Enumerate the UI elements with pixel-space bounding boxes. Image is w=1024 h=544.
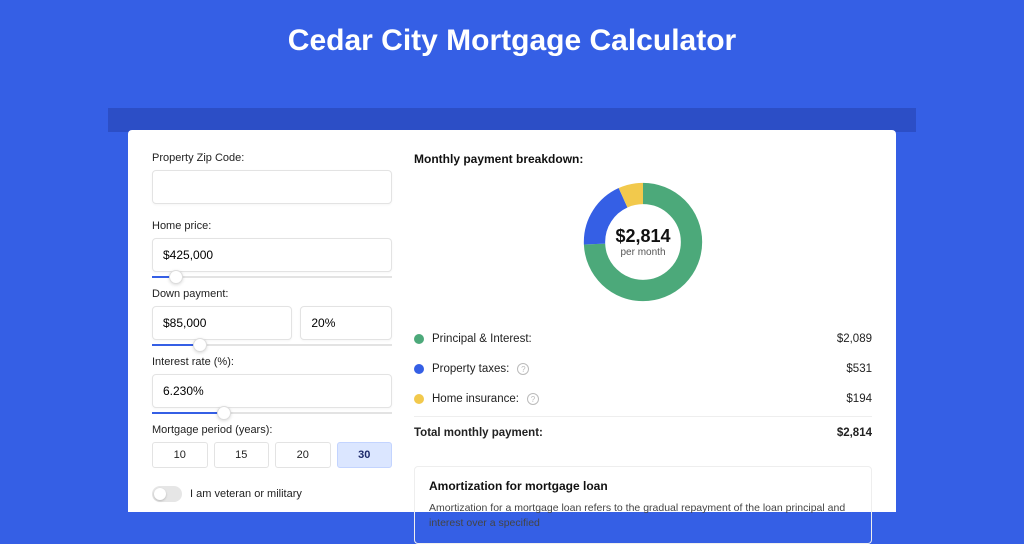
legend-row-principal: Principal & Interest: $2,089 [414, 324, 872, 354]
donut-chart: $2,814 per month [414, 178, 872, 306]
swatch-icon [414, 364, 424, 374]
mortgage-period-field-group: Mortgage period (years): 10 15 20 30 [152, 424, 392, 468]
legend-value: $194 [846, 393, 872, 405]
total-label: Total monthly payment: [414, 427, 543, 439]
home-price-field-group: Home price: [152, 220, 392, 272]
legend-value: $531 [846, 363, 872, 375]
veteran-row: I am veteran or military [152, 486, 392, 502]
donut-center: $2,814 per month [579, 178, 707, 306]
donut-sublabel: per month [620, 247, 665, 258]
mortgage-period-option-20[interactable]: 20 [275, 442, 331, 468]
zip-field-group: Property Zip Code: [152, 152, 392, 204]
breakdown-panel: Monthly payment breakdown: $2,814 per mo… [414, 152, 872, 512]
calculator-card: Property Zip Code: Home price: Down paym… [128, 130, 896, 512]
donut-amount: $2,814 [615, 226, 670, 247]
zip-label: Property Zip Code: [152, 152, 392, 164]
info-icon[interactable]: ? [527, 393, 539, 405]
swatch-icon [414, 334, 424, 344]
interest-rate-field-group: Interest rate (%): [152, 356, 392, 408]
down-payment-label: Down payment: [152, 288, 392, 300]
interest-rate-input[interactable] [152, 374, 392, 408]
mortgage-period-options: 10 15 20 30 [152, 442, 392, 468]
down-payment-amount-input[interactable] [152, 306, 292, 340]
zip-input[interactable] [152, 170, 392, 204]
breakdown-title: Monthly payment breakdown: [414, 152, 872, 166]
legend-row-total: Total monthly payment: $2,814 [414, 416, 872, 448]
page-title: Cedar City Mortgage Calculator [0, 0, 1024, 76]
legend-value: $2,089 [837, 333, 872, 345]
total-value: $2,814 [837, 427, 872, 439]
down-payment-field-group: Down payment: [152, 288, 392, 340]
legend-label: Property taxes: [432, 363, 509, 375]
legend-row-taxes: Property taxes: ? $531 [414, 354, 872, 384]
legend-row-insurance: Home insurance: ? $194 [414, 384, 872, 414]
legend-label: Home insurance: [432, 393, 519, 405]
mortgage-period-option-15[interactable]: 15 [214, 442, 270, 468]
slider-handle[interactable] [169, 270, 183, 284]
amortization-section: Amortization for mortgage loan Amortizat… [414, 466, 872, 544]
mortgage-period-option-10[interactable]: 10 [152, 442, 208, 468]
veteran-label: I am veteran or military [190, 488, 302, 500]
home-price-label: Home price: [152, 220, 392, 232]
info-icon[interactable]: ? [517, 363, 529, 375]
form-panel: Property Zip Code: Home price: Down paym… [152, 152, 392, 512]
toggle-knob [154, 488, 166, 500]
header-band [108, 108, 916, 132]
down-payment-percent-input[interactable] [300, 306, 392, 340]
mortgage-period-option-30[interactable]: 30 [337, 442, 393, 468]
mortgage-period-label: Mortgage period (years): [152, 424, 392, 436]
swatch-icon [414, 394, 424, 404]
slider-handle[interactable] [193, 338, 207, 352]
veteran-toggle[interactable] [152, 486, 182, 502]
amortization-title: Amortization for mortgage loan [429, 479, 857, 493]
slider-handle[interactable] [217, 406, 231, 420]
interest-rate-label: Interest rate (%): [152, 356, 392, 368]
amortization-text: Amortization for a mortgage loan refers … [429, 501, 857, 531]
home-price-input[interactable] [152, 238, 392, 272]
legend-label: Principal & Interest: [432, 333, 532, 345]
